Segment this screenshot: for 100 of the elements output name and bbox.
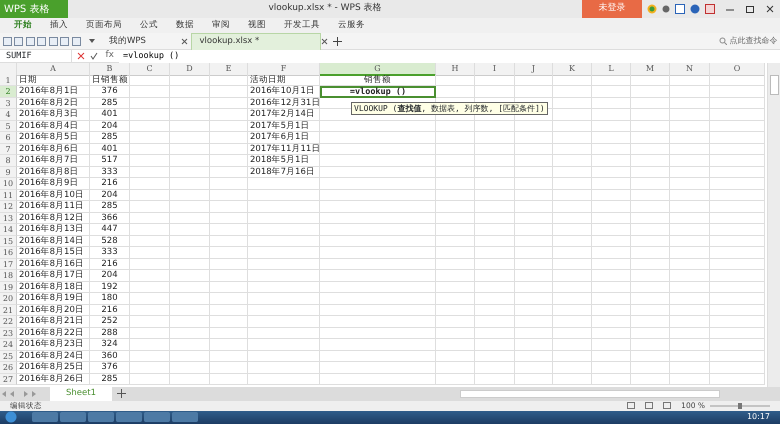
row-header[interactable]: 17 [0,258,17,270]
column-header[interactable]: D [170,63,210,76]
menu-tab[interactable]: 视图 [239,18,275,33]
menu-tab[interactable]: 页面布局 [77,18,131,33]
function-button[interactable]: fx [100,49,119,63]
close-icon[interactable] [181,38,188,44]
column-header[interactable]: O [710,63,765,76]
table-cell [248,224,320,236]
row-header[interactable]: 5 [0,120,17,132]
row-header[interactable]: 22 [0,316,17,328]
row-header[interactable]: 12 [0,201,17,212]
row-header[interactable]: 18 [0,270,17,282]
row-header[interactable]: 3 [0,98,17,109]
column-header[interactable]: H [436,63,475,76]
column-header[interactable]: I [475,63,515,76]
document-tab[interactable]: vlookup.xlsx * [190,32,320,50]
table-cell [631,178,670,190]
document-tab[interactable]: 我的WPS [101,32,181,50]
row-header[interactable]: 13 [0,212,17,224]
cancel-icon[interactable] [77,52,85,60]
add-tab-icon[interactable] [332,36,342,46]
table-cell [592,316,631,328]
row-header[interactable]: 15 [0,236,17,247]
table-cell [210,270,248,282]
formula-field[interactable]: =vlookup () [119,50,780,62]
row-header[interactable]: 1 [0,74,17,86]
search-field[interactable]: 点此查找命令 [730,35,778,47]
row-header[interactable]: 6 [0,132,17,144]
table-cell [631,236,670,247]
zoom-slider-icon[interactable] [710,402,770,409]
table-cell [670,304,710,316]
table-cell [436,166,475,178]
row-header[interactable]: 11 [0,190,17,201]
table-cell [130,236,170,247]
maximize-icon[interactable] [745,4,755,14]
row-header[interactable]: 20 [0,293,17,304]
table-cell [475,224,515,236]
table-cell [710,236,765,247]
horizontal-scrollbar[interactable] [460,390,720,398]
row-header[interactable]: 19 [0,282,17,293]
column-header[interactable]: A [17,63,90,76]
table-cell: 2016年8月12日 [17,212,90,224]
row-header[interactable]: 4 [0,109,17,120]
column-header[interactable]: E [210,63,248,76]
table-cell [475,212,515,224]
table-cell [130,374,170,385]
column-header[interactable]: K [553,63,592,76]
row-header[interactable]: 14 [0,224,17,236]
row-header[interactable]: 8 [0,155,17,166]
menu-tab[interactable]: 开始 [5,18,41,33]
sheet-tab[interactable]: Sheet1 [50,386,112,400]
row-header[interactable]: 23 [0,328,17,339]
dropdown-icon[interactable] [88,37,96,45]
table-cell [210,120,248,132]
menu-tab[interactable]: 插入 [41,18,77,33]
column-header[interactable]: J [515,63,553,76]
row-header[interactable]: 26 [0,362,17,374]
row-header[interactable]: 25 [0,350,17,362]
active-cell-editor[interactable]: =vlookup () [320,86,436,98]
column-header[interactable]: G [320,63,436,76]
table-cell: 2016年8月1日 [17,86,90,98]
table-cell [710,109,765,120]
column-header[interactable]: F [248,63,320,76]
table-cell [553,201,592,212]
column-header[interactable]: M [631,63,670,76]
row-header[interactable]: 10 [0,178,17,190]
row-header[interactable]: 27 [0,374,17,385]
table-cell: 2016年8月26日 [17,374,90,385]
table-cell: 2016年8月16日 [17,258,90,270]
menu-tab[interactable]: 审阅 [203,18,239,33]
menu-tab[interactable]: 开发工具 [275,18,329,33]
add-sheet-icon[interactable] [116,389,126,398]
column-header[interactable]: B [90,63,130,76]
menu-tab[interactable]: 数据 [167,18,203,33]
row-header[interactable]: 16 [0,247,17,258]
column-header[interactable]: C [130,63,170,76]
table-cell [515,247,553,258]
table-cell [130,201,170,212]
table-cell: 285 [90,132,130,144]
row-header[interactable]: 7 [0,144,17,155]
table-cell [670,224,710,236]
column-header[interactable]: N [670,63,710,76]
column-header[interactable]: L [592,63,631,76]
menu-tab[interactable]: 云服务 [329,18,374,33]
search-icon[interactable] [719,37,727,45]
vertical-scrollbar[interactable] [767,63,780,386]
confirm-icon[interactable] [90,52,98,60]
table-cell [210,190,248,201]
row-header[interactable]: 21 [0,304,17,316]
table-cell [475,201,515,212]
table-cell [710,362,765,374]
table-cell [631,144,670,155]
row-header[interactable]: 24 [0,339,17,350]
table-cell [710,350,765,362]
close-icon[interactable] [765,4,775,14]
row-header[interactable]: 2 [0,86,17,98]
row-header[interactable]: 9 [0,166,17,178]
menu-tab[interactable]: 公式 [131,18,167,33]
close-icon[interactable] [320,38,328,44]
table-cell [475,304,515,316]
